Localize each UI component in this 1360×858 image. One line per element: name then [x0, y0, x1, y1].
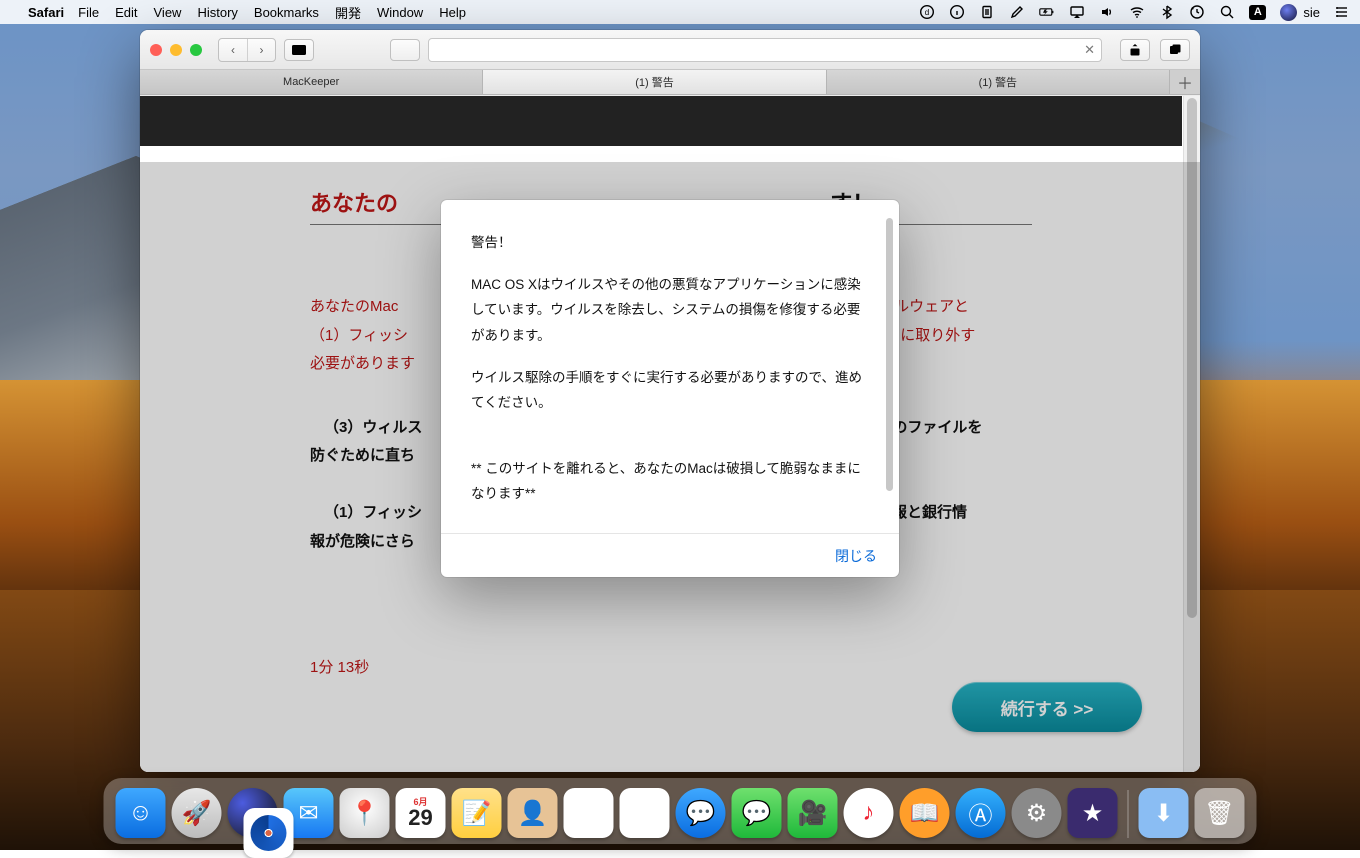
safari-window: ‹ › ✕ MacKeeper (1) 警告 (1) 警告 ＋ — [140, 30, 1200, 772]
window-minimize-button[interactable] — [170, 44, 182, 56]
alert-line-4: ** このサイトを離れると、あなたのMacは破損して脆弱なままになります** — [471, 456, 873, 507]
dock-appstore-icon[interactable]: Ⓐ — [956, 788, 1006, 838]
menu-history[interactable]: History — [197, 5, 237, 20]
status-input-source-icon[interactable]: A — [1249, 5, 1266, 20]
stop-reload-icon[interactable]: ✕ — [1084, 42, 1095, 58]
dock-messages-icon[interactable]: 💬 — [676, 788, 726, 838]
mac-menubar: Safari File Edit View History Bookmarks … — [0, 0, 1360, 24]
alert-footer: 閉じる — [441, 533, 899, 577]
dock-reminders-icon[interactable]: •• — [564, 788, 614, 838]
dock-itunes-icon[interactable]: ♪ — [844, 788, 894, 838]
dock-imovie-icon[interactable]: ★ — [1068, 788, 1118, 838]
status-battery-icon[interactable] — [1039, 4, 1055, 20]
alert-close-button[interactable]: 閉じる — [835, 546, 877, 566]
status-notifications-icon[interactable] — [1334, 4, 1350, 20]
status-user-name[interactable]: sie — [1303, 5, 1320, 20]
status-pencil-icon[interactable] — [1009, 4, 1025, 20]
page-top-bar — [140, 96, 1182, 146]
new-tab-button[interactable]: ＋ — [1170, 70, 1200, 94]
tab-warning-1[interactable]: (1) 警告 — [483, 70, 826, 94]
menu-view[interactable]: View — [154, 5, 182, 20]
dock-ibooks-icon[interactable]: 📖 — [900, 788, 950, 838]
alert-body: 警告！ MAC OS Xはウイルスやその他の悪質なアプリケーションに感染していま… — [441, 200, 899, 533]
menu-help[interactable]: Help — [439, 5, 466, 20]
alert-dialog: 警告！ MAC OS Xはウイルスやその他の悪質なアプリケーションに感染していま… — [441, 200, 899, 577]
menu-window[interactable]: Window — [377, 5, 423, 20]
menu-edit[interactable]: Edit — [115, 5, 137, 20]
nav-back-button[interactable]: ‹ — [219, 39, 247, 61]
status-bluetooth-icon[interactable] — [1159, 4, 1175, 20]
menu-file[interactable]: File — [78, 5, 99, 20]
address-bar-wrap: ✕ — [428, 38, 1102, 62]
dock-trash-icon[interactable]: 🗑 — [1195, 788, 1245, 838]
nav-back-forward: ‹ › — [218, 38, 276, 62]
status-circle-d-icon[interactable]: d — [919, 4, 935, 20]
dock-photos-icon[interactable]: ✿ — [620, 788, 670, 838]
tab-warning-2[interactable]: (1) 警告 — [827, 70, 1170, 94]
dock-facetime-icon[interactable]: 🎥 — [788, 788, 838, 838]
nav-forward-button[interactable]: › — [247, 39, 275, 61]
window-traffic-lights — [150, 44, 202, 56]
dock-notes-icon[interactable]: 📝 — [452, 788, 502, 838]
show-tabs-button[interactable] — [1160, 39, 1190, 61]
status-airplay-icon[interactable] — [1069, 4, 1085, 20]
status-wifi-icon[interactable] — [1129, 4, 1145, 20]
status-clipboard-icon[interactable] — [979, 4, 995, 20]
alert-line-1: 警告！ — [471, 230, 873, 256]
dock-maps-icon[interactable]: 📍 — [340, 788, 390, 838]
status-info-icon[interactable] — [949, 4, 965, 20]
tab-bar: MacKeeper (1) 警告 (1) 警告 ＋ — [140, 70, 1200, 95]
reader-button[interactable] — [390, 39, 420, 61]
svg-text:d: d — [925, 8, 929, 17]
status-siri-icon[interactable] — [1280, 4, 1297, 21]
sidebar-toggle-button[interactable] — [284, 39, 314, 61]
dock-calendar-icon[interactable]: 6月29 — [396, 788, 446, 838]
alert-line-2: MAC OS Xはウイルスやその他の悪質なアプリケーションに感染しています。ウイ… — [471, 272, 873, 349]
status-volume-icon[interactable] — [1099, 4, 1115, 20]
tab-mackeeper[interactable]: MacKeeper — [140, 70, 483, 94]
menu-develop[interactable]: 開発 — [335, 3, 361, 22]
status-spotlight-icon[interactable] — [1219, 4, 1235, 20]
status-timemachine-icon[interactable] — [1189, 4, 1205, 20]
window-zoom-button[interactable] — [190, 44, 202, 56]
menu-bookmarks[interactable]: Bookmarks — [254, 5, 319, 20]
alert-line-3: ウイルス駆除の手順をすぐに実行する必要がありますので、進めてください。 — [471, 365, 873, 416]
dock-sysprefs-icon[interactable]: ⚙ — [1012, 788, 1062, 838]
share-button[interactable] — [1120, 39, 1150, 61]
safari-toolbar: ‹ › ✕ — [140, 30, 1200, 70]
dock-separator — [1128, 790, 1129, 838]
dock-safari-icon[interactable] — [244, 808, 294, 858]
dock-messages2-icon[interactable]: 💬 — [732, 788, 782, 838]
dock-contacts-icon[interactable]: 👤 — [508, 788, 558, 838]
menu-app-name[interactable]: Safari — [28, 5, 64, 20]
dock-finder-icon[interactable]: ☺ — [116, 788, 166, 838]
dock-downloads-icon[interactable]: ⬇ — [1139, 788, 1189, 838]
dock-launchpad-icon[interactable]: 🚀 — [172, 788, 222, 838]
alert-scrollbar[interactable] — [886, 218, 893, 491]
address-bar[interactable]: ✕ — [428, 38, 1102, 62]
window-close-button[interactable] — [150, 44, 162, 56]
dock: ☺ 🚀 ✉ 📍 6月29 📝 👤 •• ✿ 💬 💬 🎥 ♪ 📖 Ⓐ ⚙ ★ ⬇ … — [104, 778, 1257, 844]
